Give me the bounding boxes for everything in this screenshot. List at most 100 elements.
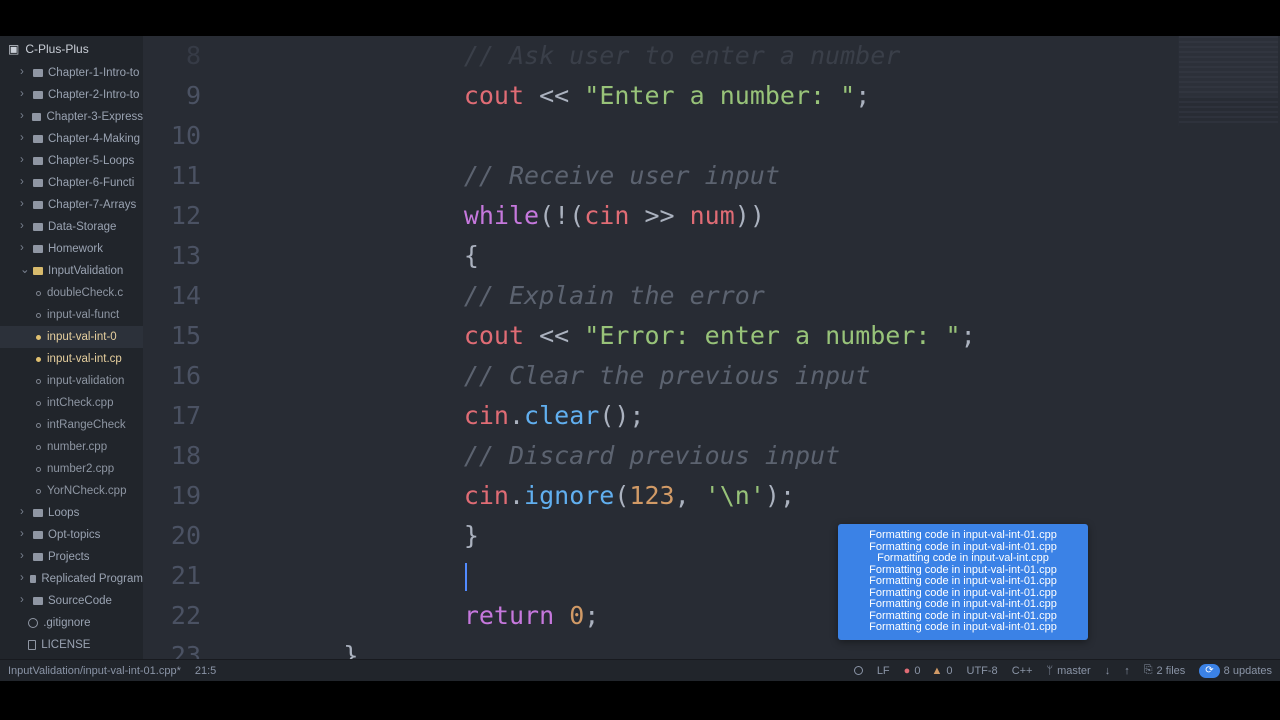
code-line[interactable]: while(!(cin >> num)) [223,196,1280,236]
chevron-right-icon [20,63,28,83]
line-number: 10 [143,116,201,156]
file-intRangeCheck[interactable]: intRangeCheck [0,414,143,436]
chevron-right-icon [20,503,28,523]
status-cursor-pos[interactable]: 21:5 [195,665,216,677]
folder-label: Chapter-7-Arrays [48,195,136,215]
chevron-right-icon [20,173,28,193]
file-input-validation[interactable]: input-validation [0,370,143,392]
code-line[interactable]: cin.ignore(123, '\n'); [223,476,1280,516]
file-label: number2.cpp [47,459,114,479]
status-encoding[interactable]: UTF-8 [967,665,998,677]
folder-Chapter-4-Making[interactable]: Chapter-4-Making [0,128,143,150]
file-label: input-val-int-0 [47,327,117,347]
folder-icon [33,509,43,517]
code-line[interactable] [223,556,1280,596]
folder-icon [33,245,43,253]
updates-badge: ⟳ [1199,664,1219,678]
minimap[interactable] [1178,36,1278,126]
folder-Loops[interactable]: Loops [0,502,143,524]
file-status-dot [36,335,41,340]
code-line[interactable]: // Receive user input [223,156,1280,196]
chevron-right-icon [20,239,28,259]
folder-Chapter-7-Arrays[interactable]: Chapter-7-Arrays [0,194,143,216]
status-filepath[interactable]: InputValidation/input-val-int-01.cpp* [8,665,181,677]
notification-popup[interactable]: Formatting code in input-val-int-01.cppF… [838,524,1088,640]
code-line[interactable]: cout << "Enter a number: "; [223,76,1280,116]
code-line[interactable] [223,116,1280,156]
chevron-down-icon [20,261,28,281]
folder-label: Data-Storage [48,217,116,237]
folder-icon [33,91,43,99]
code-area[interactable]: // Ask user to enter a number cout << "E… [223,36,1280,681]
line-number: 17 [143,396,201,436]
status-bar: InputValidation/input-val-int-01.cpp* 21… [0,659,1280,681]
text-cursor [465,563,467,591]
folder-icon [33,157,43,165]
folder-Chapter-1-Intro-to[interactable]: Chapter-1-Intro-to [0,62,143,84]
code-line[interactable]: // Ask user to enter a number [223,36,1280,76]
file-label: input-validation [47,371,124,391]
folder-label: Chapter-5-Loops [48,151,134,171]
folder-SourceCode[interactable]: SourceCode [0,590,143,612]
warning-icon: ▲ [932,665,943,677]
folder-label: Chapter-6-Functi [48,173,134,193]
status-git-push[interactable]: ↑ [1124,665,1130,677]
folder-Chapter-2-Intro-to[interactable]: Chapter-2-Intro-to [0,84,143,106]
folder-Homework[interactable]: Homework [0,238,143,260]
project-name: C-Plus-Plus [25,42,88,56]
project-header[interactable]: ▣ C-Plus-Plus [0,36,143,62]
line-number: 21 [143,556,201,596]
status-diagnostics[interactable]: ●0 ▲0 [904,665,953,677]
code-editor[interactable]: 891011121314151617181920212223 // Ask us… [143,36,1280,681]
file-input-val-funct[interactable]: input-val-funct [0,304,143,326]
file-status-dot [36,445,41,450]
file-YorNCheck.cpp[interactable]: YorNCheck.cpp [0,480,143,502]
line-number: 11 [143,156,201,196]
file-input-val-int.cp[interactable]: input-val-int.cp [0,348,143,370]
line-number: 8 [143,36,201,76]
folder-icon [33,553,43,561]
file-label: .gitignore [43,613,90,633]
folder-Chapter-6-Functi[interactable]: Chapter-6-Functi [0,172,143,194]
chevron-right-icon [20,195,28,215]
code-line[interactable]: return 0; [223,596,1280,636]
folder-Data-Storage[interactable]: Data-Storage [0,216,143,238]
popup-line: Formatting code in input-val-int-01.cpp [846,622,1080,634]
file-.gitignore[interactable]: .gitignore [0,612,143,634]
folder-icon [33,69,43,77]
file-status-dot [36,357,41,362]
folder-Opt-topics[interactable]: Opt-topics [0,524,143,546]
file-intCheck.cpp[interactable]: intCheck.cpp [0,392,143,414]
status-line-ending[interactable]: LF [877,665,890,677]
file-input-val-int-0[interactable]: input-val-int-0 [0,326,143,348]
code-line[interactable]: // Clear the previous input [223,356,1280,396]
status-git-branch[interactable]: ᛘ master [1046,665,1090,677]
status-language[interactable]: C++ [1012,665,1033,677]
status-updates[interactable]: ⟳ 8 updates [1199,664,1272,678]
chevron-right-icon [20,525,28,545]
code-line[interactable]: // Explain the error [223,276,1280,316]
file-LICENSE[interactable]: LICENSE [0,634,143,656]
status-git-fetch[interactable]: ↓ [1105,665,1111,677]
license-icon [28,640,36,650]
file-label: LICENSE [41,635,90,655]
file-number2.cpp[interactable]: number2.cpp [0,458,143,480]
code-line[interactable]: // Discard previous input [223,436,1280,476]
folder-Projects[interactable]: Projects [0,546,143,568]
folder-Chapter-3-Express[interactable]: Chapter-3-Express [0,106,143,128]
code-line[interactable]: cout << "Error: enter a number: "; [223,316,1280,356]
status-files[interactable]: ⎘ 2 files [1144,664,1186,677]
status-sync[interactable] [854,666,863,675]
code-line[interactable]: } [223,516,1280,556]
folder-icon [33,597,43,605]
code-line[interactable]: { [223,236,1280,276]
folder-Chapter-5-Loops[interactable]: Chapter-5-Loops [0,150,143,172]
code-line[interactable]: cin.clear(); [223,396,1280,436]
folder-InputValidation[interactable]: InputValidation [0,260,143,282]
file-number.cpp[interactable]: number.cpp [0,436,143,458]
folder-Replicated Program[interactable]: Replicated Program [0,568,143,590]
folder-icon [33,223,43,231]
file-doubleCheck.c[interactable]: doubleCheck.c [0,282,143,304]
chevron-right-icon [20,569,25,589]
file-tree: Chapter-1-Intro-toChapter-2-Intro-toChap… [0,62,143,681]
